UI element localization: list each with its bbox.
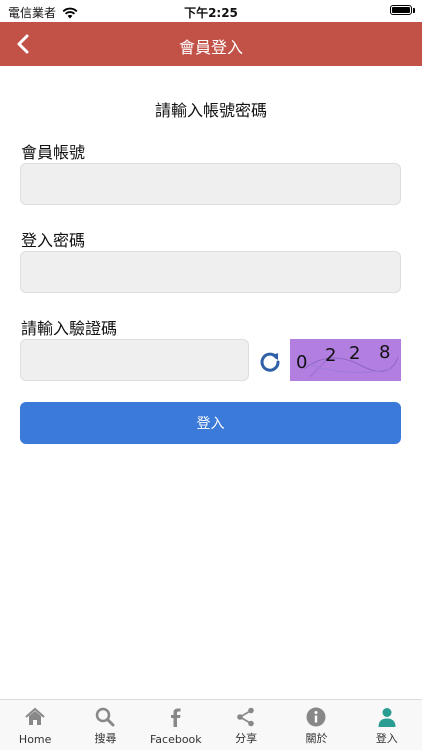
refresh-icon [260, 352, 280, 372]
info-icon [306, 707, 326, 727]
login-button-label: 登入 [196, 416, 225, 432]
tab-label: Home [18, 733, 52, 746]
login-button[interactable]: 登入 [20, 402, 401, 444]
captcha-image[interactable]: 0 2 2 8 [290, 339, 401, 381]
share-icon [237, 707, 254, 727]
battery-icon [390, 5, 415, 15]
tab-label: 分享 [235, 732, 258, 745]
refresh-captcha-button[interactable] [258, 349, 282, 373]
captcha-label: 請輸入驗證碼 [21, 319, 118, 338]
tab-label: 關於 [305, 732, 328, 745]
captcha-digit: 8 [379, 342, 391, 363]
tab-label: 登入 [375, 732, 398, 745]
account-input[interactable] [20, 163, 401, 205]
tab-login[interactable]: 登入 [352, 700, 422, 750]
page-title: 會員登入 [178, 38, 243, 57]
tab-label: Facebook [149, 733, 202, 746]
tab-bar: Home 搜尋 Facebook 分享 關於 登入 [0, 699, 422, 750]
form-heading: 請輸入帳號密碼 [154, 101, 267, 120]
tab-label: 搜尋 [94, 732, 117, 745]
status-bar: 電信業者 下午2:25 [0, 0, 422, 22]
clock: 下午2:25 [184, 6, 238, 20]
password-input[interactable] [20, 251, 401, 293]
tab-share[interactable]: 分享 [211, 700, 281, 750]
facebook-icon [170, 708, 181, 727]
tab-facebook[interactable]: Facebook [141, 700, 211, 750]
home-icon [25, 707, 45, 725]
nav-bar: 會員登入 [0, 22, 422, 66]
tab-home[interactable]: Home [0, 700, 70, 750]
captcha-input[interactable] [20, 339, 249, 381]
captcha-digit: 2 [349, 343, 361, 364]
user-icon [378, 708, 396, 727]
captcha-digit: 2 [325, 345, 337, 366]
tab-about[interactable]: 關於 [281, 700, 351, 750]
password-label: 登入密碼 [21, 231, 86, 250]
captcha-digit: 0 [296, 352, 308, 373]
search-icon [96, 707, 115, 727]
tab-search[interactable]: 搜尋 [70, 700, 140, 750]
account-label: 會員帳號 [21, 143, 86, 162]
